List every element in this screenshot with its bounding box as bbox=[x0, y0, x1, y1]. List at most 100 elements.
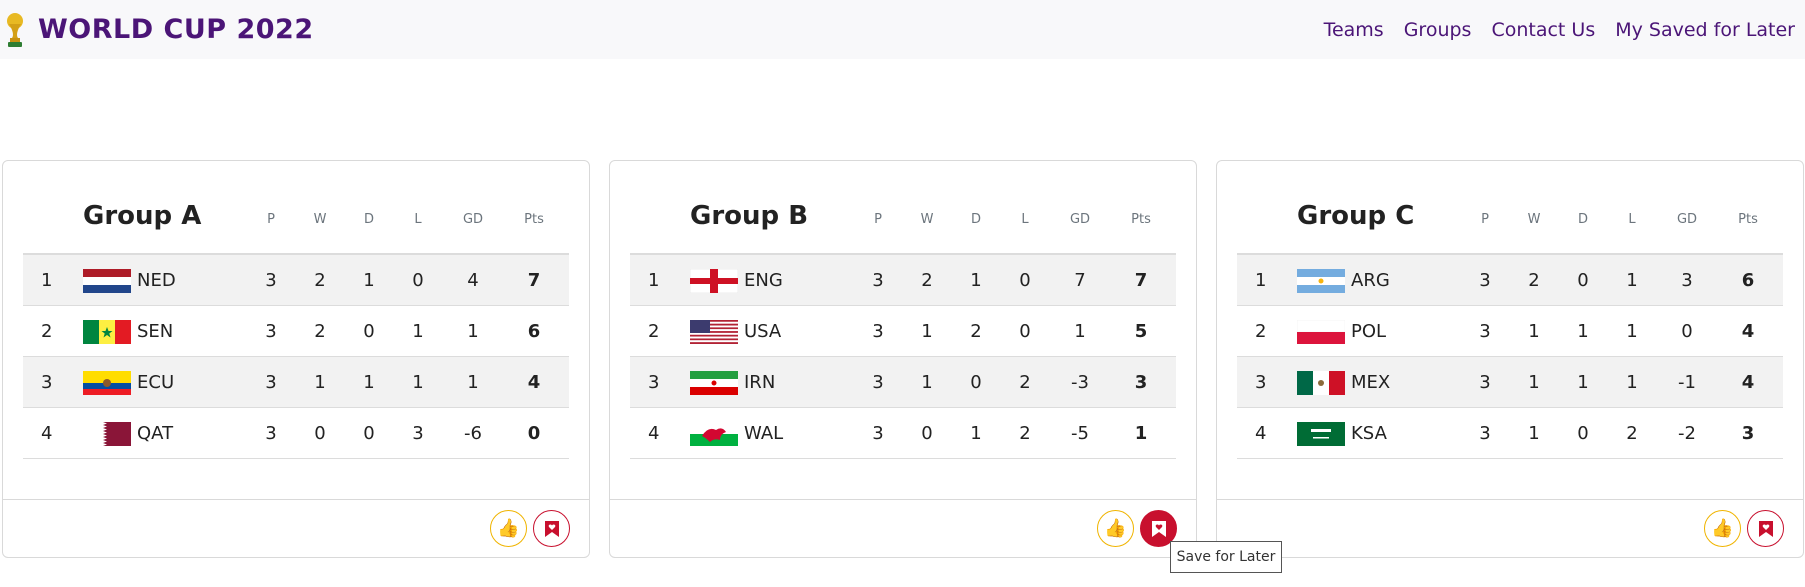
stat-w: 2 bbox=[314, 321, 326, 342]
stat-w: 0 bbox=[314, 423, 326, 444]
column-header-gd: GD bbox=[1069, 212, 1091, 227]
group-card-2: Group C P W D L GD Pts 1 ARG 3 2 0 1 3 6 2 POL 3 1 1 1 0 4 3 MEX… bbox=[1216, 160, 1804, 558]
stat-l: 3 bbox=[412, 423, 424, 444]
stat-p: 3 bbox=[265, 270, 277, 291]
stat-d: 1 bbox=[970, 270, 982, 291]
qatar-flag bbox=[83, 422, 131, 446]
stat-gd: -3 bbox=[1071, 372, 1089, 393]
england-flag bbox=[690, 269, 738, 293]
table-row: 3 ECU 3 1 1 1 1 4 bbox=[23, 357, 569, 408]
save-for-later-button[interactable] bbox=[533, 510, 570, 547]
like-button[interactable]: 👍 bbox=[1704, 510, 1741, 547]
stat-l: 1 bbox=[1626, 321, 1638, 342]
stat-pts: 6 bbox=[527, 321, 541, 342]
stat-w: 1 bbox=[921, 321, 933, 342]
stat-w: 1 bbox=[1528, 423, 1540, 444]
stat-w: 2 bbox=[314, 270, 326, 291]
stat-p: 3 bbox=[265, 372, 277, 393]
column-header-l: L bbox=[414, 212, 422, 227]
stat-pts: 0 bbox=[527, 423, 541, 444]
column-header-pts: Pts bbox=[1738, 212, 1758, 227]
stat-p: 3 bbox=[1479, 321, 1491, 342]
stat-gd: -5 bbox=[1071, 423, 1089, 444]
navbar: WORLD CUP 2022 Teams Groups Contact Us M… bbox=[0, 0, 1805, 59]
table-row: 2 SEN 3 2 0 1 1 6 bbox=[23, 306, 569, 357]
position: 3 bbox=[648, 372, 660, 393]
stat-d: 1 bbox=[363, 270, 375, 291]
save-for-later-button[interactable] bbox=[1747, 510, 1784, 547]
position: 4 bbox=[41, 423, 53, 444]
standings-table: Group A P W D L GD Pts 1 NED 3 2 1 0 4 7 2 SEN 3 2 0 1 1 6 3 ECU… bbox=[23, 161, 569, 459]
stat-pts: 4 bbox=[1741, 372, 1755, 393]
team-code: KSA bbox=[1351, 423, 1387, 444]
table-header: Group C P W D L GD Pts bbox=[1237, 161, 1783, 255]
stat-pts: 3 bbox=[1741, 423, 1755, 444]
column-header-gd: GD bbox=[1676, 212, 1698, 227]
card-footer: 👍 bbox=[3, 499, 589, 557]
table-row: 3 MEX 3 1 1 1 -1 4 bbox=[1237, 357, 1783, 408]
column-header-d: D bbox=[363, 212, 374, 227]
group-card-0: Group A P W D L GD Pts 1 NED 3 2 1 0 4 7 2 SEN 3 2 0 1 1 6 3 ECU… bbox=[2, 160, 590, 558]
stat-pts: 1 bbox=[1134, 423, 1148, 444]
like-button[interactable]: 👍 bbox=[1097, 510, 1134, 547]
stat-d: 0 bbox=[363, 423, 375, 444]
nav-teams[interactable]: Teams bbox=[1324, 19, 1384, 41]
team-code: SEN bbox=[137, 321, 174, 342]
saudi-arabia-flag bbox=[1297, 422, 1345, 446]
position: 3 bbox=[1255, 372, 1267, 393]
stat-w: 1 bbox=[921, 372, 933, 393]
stat-d: 1 bbox=[1577, 321, 1589, 342]
team-code: IRN bbox=[744, 372, 776, 393]
stat-w: 2 bbox=[921, 270, 933, 291]
wales-flag bbox=[690, 422, 738, 446]
position: 2 bbox=[41, 321, 53, 342]
stat-d: 1 bbox=[363, 372, 375, 393]
stat-gd: -1 bbox=[1678, 372, 1696, 393]
column-header-w: W bbox=[313, 212, 327, 227]
bookmark-heart-icon bbox=[1151, 520, 1166, 537]
team-code: NED bbox=[137, 270, 176, 291]
team-code: ENG bbox=[744, 270, 783, 291]
thumbs-up-icon: 👍 bbox=[497, 518, 520, 539]
nav-saved-for-later[interactable]: My Saved for Later bbox=[1615, 19, 1795, 41]
stat-pts: 7 bbox=[527, 270, 541, 291]
nav-groups[interactable]: Groups bbox=[1404, 19, 1472, 41]
column-header-p: P bbox=[1481, 212, 1489, 227]
stat-p: 3 bbox=[872, 372, 884, 393]
brand-link[interactable]: WORLD CUP 2022 bbox=[2, 12, 314, 48]
group-title: Group A bbox=[83, 201, 202, 231]
stat-l: 0 bbox=[412, 270, 424, 291]
argentina-flag bbox=[1297, 269, 1345, 293]
stat-l: 0 bbox=[1019, 321, 1031, 342]
thumbs-up-icon: 👍 bbox=[1104, 518, 1127, 539]
save-tooltip: Save for Later bbox=[1170, 541, 1282, 573]
stat-l: 2 bbox=[1019, 423, 1031, 444]
bookmark-heart-icon bbox=[544, 520, 559, 537]
team-code: QAT bbox=[137, 423, 174, 444]
stat-gd: 1 bbox=[467, 372, 479, 393]
stat-l: 1 bbox=[1626, 270, 1638, 291]
group-title: Group C bbox=[1297, 201, 1415, 231]
poland-flag bbox=[1297, 320, 1345, 344]
stat-d: 1 bbox=[1577, 372, 1589, 393]
nav-contact-us[interactable]: Contact Us bbox=[1491, 19, 1595, 41]
stat-p: 3 bbox=[1479, 372, 1491, 393]
stat-pts: 7 bbox=[1134, 270, 1148, 291]
stat-p: 3 bbox=[872, 423, 884, 444]
position: 1 bbox=[41, 270, 53, 291]
column-header-d: D bbox=[970, 212, 981, 227]
column-header-w: W bbox=[1527, 212, 1541, 227]
stat-p: 3 bbox=[1479, 423, 1491, 444]
stat-p: 3 bbox=[265, 423, 277, 444]
stat-l: 2 bbox=[1019, 372, 1031, 393]
position: 2 bbox=[1255, 321, 1267, 342]
stat-d: 1 bbox=[970, 423, 982, 444]
like-button[interactable]: 👍 bbox=[490, 510, 527, 547]
stat-gd: -2 bbox=[1678, 423, 1696, 444]
position: 3 bbox=[41, 372, 53, 393]
stat-w: 1 bbox=[314, 372, 326, 393]
card-footer: 👍 bbox=[1217, 499, 1803, 557]
stat-gd: 0 bbox=[1681, 321, 1693, 342]
stat-d: 0 bbox=[1577, 270, 1589, 291]
column-header-pts: Pts bbox=[1131, 212, 1151, 227]
